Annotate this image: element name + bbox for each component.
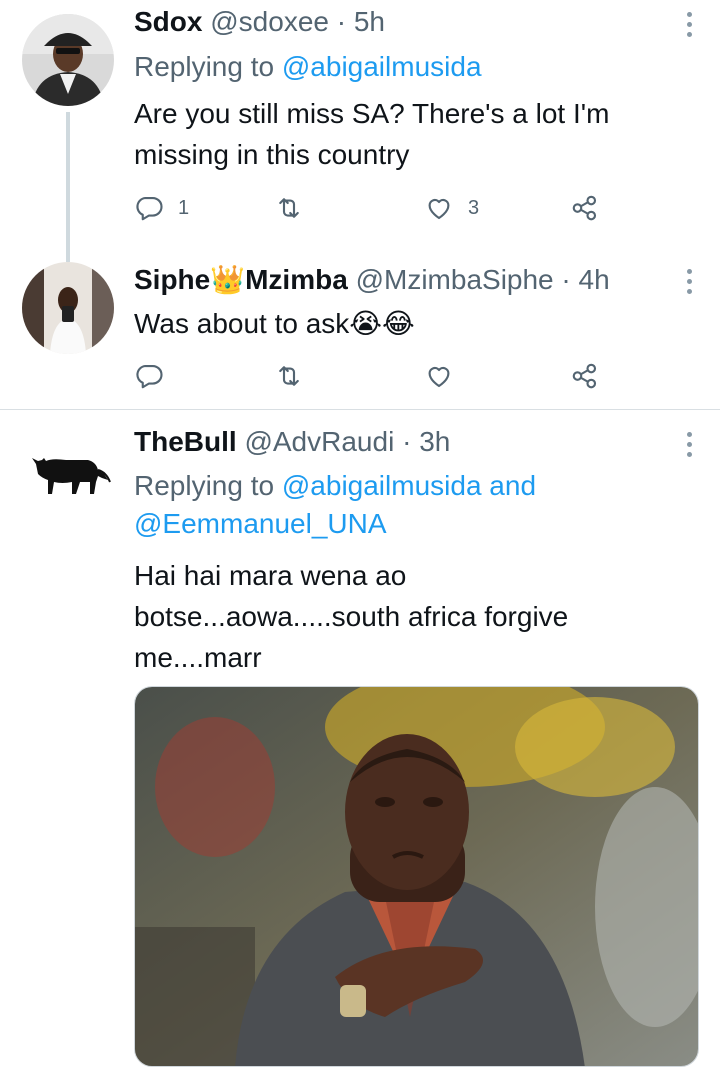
tweet-text-line: botse...aowa.....south africa forgive (134, 601, 569, 632)
display-name-part: Siphe (134, 264, 211, 295)
user-handle[interactable]: @sdoxee (210, 6, 329, 37)
more-vertical-icon[interactable] (684, 269, 694, 299)
timestamp[interactable]: 3h (419, 426, 450, 457)
retweet-button[interactable] (274, 190, 304, 226)
tweet-media-image[interactable] (134, 686, 699, 1067)
tweet-actions: 1 3 (134, 190, 614, 226)
tweet-actions (134, 358, 614, 394)
heart-icon (428, 367, 450, 388)
retweet-icon (279, 198, 299, 218)
tweet-text-line: Was about to ask😭😂 (134, 308, 415, 339)
avatar[interactable] (22, 424, 114, 516)
heart-icon (428, 199, 450, 220)
tweet-text: Was about to ask😭😂 (134, 303, 674, 344)
tweet-sdox[interactable]: Sdox @sdoxee · 5h Replying to @abigailmu… (0, 0, 720, 262)
display-name[interactable]: Sdox (134, 6, 202, 37)
crown-emoji-icon: 👑 (210, 264, 246, 295)
more-vertical-icon[interactable] (684, 12, 694, 42)
separator-dot: · (561, 264, 571, 295)
separator-dot: · (336, 6, 347, 37)
avatar[interactable] (22, 262, 114, 354)
like-count: 3 (468, 196, 480, 219)
tweet-header: Sdox @sdoxee · 5h (134, 6, 385, 38)
tweet-header: TheBull @AdvRaudi · 3h (134, 426, 450, 458)
thread-line (66, 112, 70, 262)
mention-link[interactable]: @abigailmusida (282, 470, 482, 501)
tweet-text: Hai hai mara wena ao botse...aowa.....so… (134, 555, 674, 678)
share-icon (572, 195, 597, 221)
like-button[interactable] (424, 358, 454, 394)
like-button[interactable]: 3 (424, 190, 479, 226)
replying-joiner: and (489, 470, 537, 501)
reply-icon (136, 364, 163, 389)
avatar[interactable] (22, 14, 114, 106)
user-handle[interactable]: @AdvRaudi (244, 426, 394, 457)
retweet-button[interactable] (274, 358, 304, 394)
mention-link[interactable]: @abigailmusida (282, 51, 482, 82)
tweet-siphe[interactable]: Siphe👑Mzimba @MzimbaSiphe · 4h Was about… (0, 245, 720, 410)
user-handle[interactable]: @MzimbaSiphe (356, 264, 554, 295)
replying-prefix: Replying to (134, 51, 275, 82)
more-vertical-icon[interactable] (684, 432, 694, 462)
tweet-header: Siphe👑Mzimba @MzimbaSiphe · 4h (134, 263, 610, 296)
replying-to: Replying to @abigailmusida (134, 48, 482, 86)
reply-button[interactable] (134, 358, 164, 394)
reply-icon (136, 196, 163, 221)
retweet-icon (279, 366, 299, 386)
reply-button[interactable]: 1 (134, 190, 189, 226)
tweet-text-line: me....marr (134, 642, 262, 673)
share-button[interactable] (570, 358, 600, 394)
reply-count: 1 (178, 196, 190, 219)
timestamp[interactable]: 4h (579, 264, 610, 295)
replying-prefix: Replying to (134, 470, 275, 501)
mention-link[interactable]: @Eemmanuel_UNA (134, 508, 387, 539)
share-icon (572, 363, 597, 389)
display-name[interactable]: TheBull (134, 426, 237, 457)
display-name-part: Mzimba (245, 264, 348, 295)
separator-dot: · (402, 426, 412, 457)
share-button[interactable] (570, 190, 600, 226)
timestamp[interactable]: 5h (354, 6, 385, 37)
tweet-text-line: Hai hai mara wena ao (134, 560, 407, 591)
tweet-text-line: missing in this country (134, 139, 410, 170)
replying-to: Replying to @abigailmusida and @Eemmanue… (134, 467, 536, 543)
tweet-text-line: Are you still miss SA? There's a lot I'm (134, 98, 610, 129)
display-name[interactable]: Siphe👑Mzimba (134, 264, 348, 295)
tweet-text: Are you still miss SA? There's a lot I'm… (134, 93, 674, 175)
